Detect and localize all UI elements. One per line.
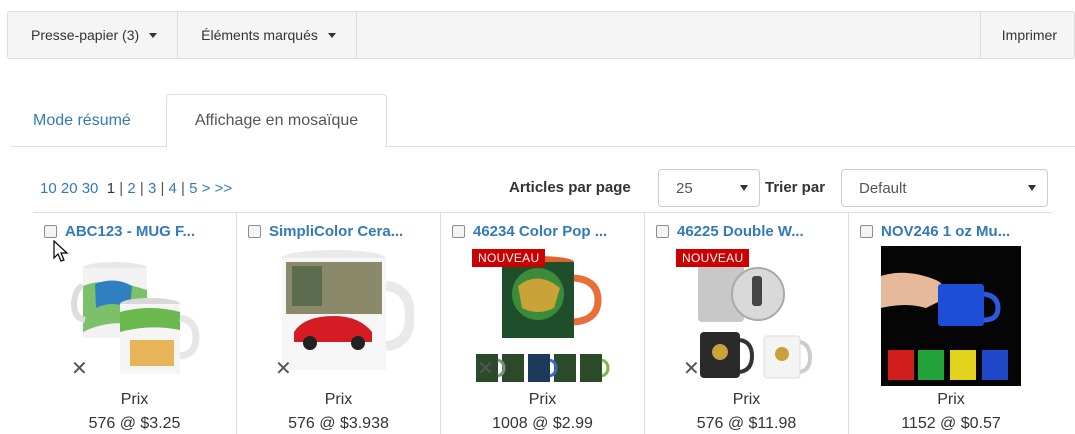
per-page-value: 25	[676, 179, 693, 197]
page-link-4[interactable]: 4	[169, 180, 177, 197]
current-page: 1	[106, 180, 116, 197]
price-label: Prix	[937, 391, 965, 408]
tab-summary-mode[interactable]: Mode résumé	[11, 94, 153, 147]
product-image-tumblers[interactable]	[645, 246, 848, 386]
product-title[interactable]: 46234 Color Pop ...	[473, 223, 607, 240]
toolbar: Presse-papier (3) Éléments marqués Impri…	[7, 11, 1075, 59]
new-badge: NOUVEAU	[472, 249, 546, 267]
caret-down-icon	[327, 32, 336, 38]
caret-down-icon	[149, 32, 158, 38]
brand-logo-icon: ✕	[477, 356, 494, 380]
product-image-car-mug[interactable]	[237, 246, 440, 386]
page-link-3[interactable]: 3	[148, 180, 156, 197]
sort-label: Trier par	[765, 179, 826, 196]
per-page-label: Articles par page	[509, 179, 631, 196]
page-size-10[interactable]: 10	[40, 180, 57, 197]
mouse-cursor-icon	[53, 240, 69, 262]
brand-logo-icon: ✕	[71, 356, 88, 380]
brand-logo-icon: ✕	[683, 356, 700, 380]
price-value: 1152 @ $0.57	[901, 415, 1001, 432]
price-value: 576 @ $3.25	[88, 415, 181, 432]
product-image-mugs[interactable]	[33, 246, 236, 386]
sort-select[interactable]: Default	[841, 169, 1048, 207]
product-grid: ABC123 - MUG F... ✕ Prix 576 @ $3.25 Sim	[33, 212, 1053, 434]
product-card: 46225 Double W... NOUVEAU ✕ Prix 576 @ $…	[645, 213, 849, 434]
product-image-color-pop-mug[interactable]	[441, 246, 644, 386]
view-tabs: Mode résumé Affichage en mosaïque	[11, 94, 1075, 148]
product-checkbox[interactable]	[656, 225, 669, 238]
select-arrow-icon	[1028, 185, 1036, 191]
price-label: Prix	[732, 391, 761, 408]
new-badge: NOUVEAU	[676, 249, 750, 267]
marked-items-label: Éléments marqués	[201, 27, 318, 43]
print-button[interactable]: Imprimer	[979, 12, 1074, 58]
product-card: NOV246 1 oz Mu... Prix 1152 @ $0.57	[849, 213, 1053, 434]
product-title[interactable]: ABC123 - MUG F...	[65, 223, 195, 240]
price-label: Prix	[324, 391, 353, 408]
select-arrow-icon	[740, 185, 748, 191]
last-page-link[interactable]: >>	[215, 180, 233, 197]
product-card: SimpliColor Cera... ✕ Prix 576 @ $3.938	[237, 213, 441, 434]
product-title[interactable]: SimpliColor Cera...	[269, 223, 403, 240]
product-card: 46234 Color Pop ... NOUVEAU ✕ Prix 1008 …	[441, 213, 645, 434]
next-page-link[interactable]: >	[202, 180, 211, 197]
product-title[interactable]: 46225 Double W...	[677, 223, 804, 240]
price-value: 576 @ $11.98	[696, 415, 797, 432]
marked-items-dropdown[interactable]: Éléments marqués	[178, 12, 357, 58]
product-checkbox[interactable]	[452, 225, 465, 238]
per-page-select[interactable]: 25	[658, 169, 760, 207]
page-size-20[interactable]: 20	[61, 180, 78, 197]
page-link-2[interactable]: 2	[127, 180, 135, 197]
page-size-30[interactable]: 30	[82, 180, 99, 197]
price-label: Prix	[528, 391, 557, 408]
page-link-5[interactable]: 5	[189, 180, 197, 197]
product-checkbox[interactable]	[44, 225, 57, 238]
tab-mosaic-view[interactable]: Affichage en mosaïque	[166, 94, 387, 148]
product-image-shot-mugs[interactable]	[849, 246, 1053, 386]
pagination: 10 20 30 1 | 2 | 3 | 4 | 5 > >>	[40, 180, 233, 197]
print-label: Imprimer	[1001, 27, 1057, 43]
product-checkbox[interactable]	[248, 225, 261, 238]
brand-logo-icon: ✕	[275, 356, 292, 380]
clipboard-dropdown[interactable]: Presse-papier (3)	[8, 12, 179, 58]
clipboard-label: Presse-papier (3)	[31, 27, 140, 43]
sort-value: Default	[859, 179, 907, 197]
price-label: Prix	[120, 391, 149, 408]
price-value: 1008 @ $2.99	[492, 415, 593, 432]
product-title[interactable]: NOV246 1 oz Mu...	[881, 223, 1010, 240]
price-value: 576 @ $3.938	[288, 415, 389, 432]
product-checkbox[interactable]	[860, 225, 873, 238]
